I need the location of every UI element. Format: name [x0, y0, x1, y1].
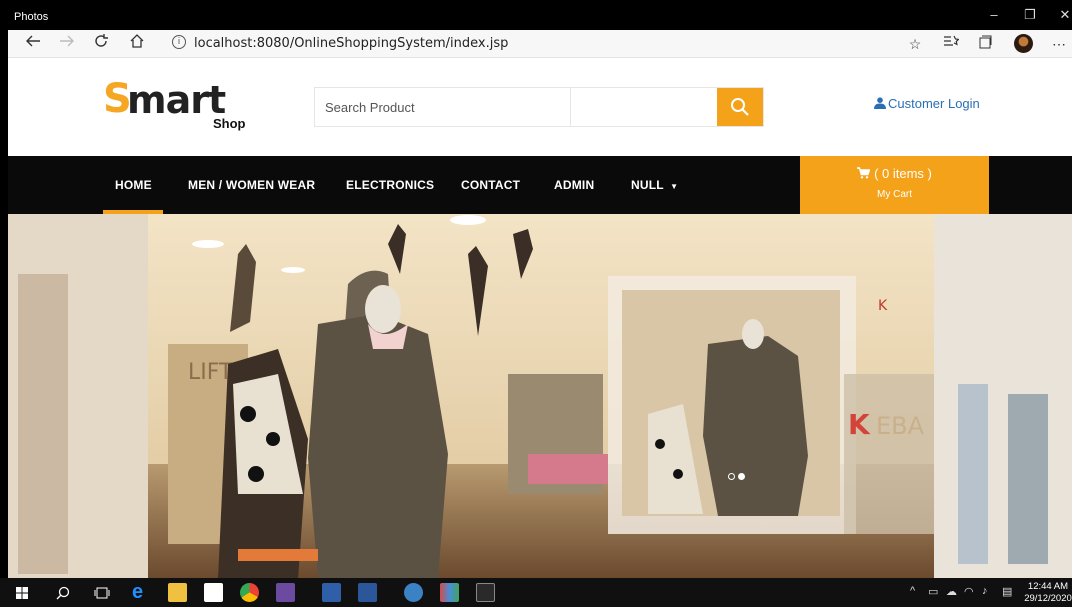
info-icon[interactable]: i — [172, 35, 186, 49]
search-input[interactable] — [315, 88, 571, 126]
svg-text:K: K — [848, 408, 871, 441]
battery-icon[interactable]: ▭ — [928, 585, 938, 598]
customer-login-label: Customer Login — [888, 96, 980, 111]
site-logo[interactable]: S mart Shop — [103, 76, 263, 138]
minimize-button[interactable]: – — [984, 7, 1004, 22]
word-icon[interactable] — [358, 583, 377, 602]
photos-app-icon[interactable] — [476, 583, 495, 602]
cart-label: My Cart — [877, 189, 912, 200]
app-icon-1[interactable] — [276, 583, 295, 602]
nav-contact[interactable]: CONTACT — [461, 178, 520, 192]
hero-carousel[interactable]: LIFT K EBA K — [8, 214, 1072, 578]
taskbar-clock[interactable]: 12:44 AM 29/12/2020 — [1024, 581, 1072, 605]
cart-icon — [857, 167, 871, 179]
svg-text:LIFT: LIFT — [188, 360, 233, 385]
caret-down-icon: ▼ — [670, 182, 679, 191]
search-icon — [731, 98, 749, 116]
onedrive-icon[interactable] — [404, 583, 423, 602]
browser-toolbar: i localhost:8080/OnlineShoppingSystem/in… — [8, 30, 1072, 58]
collections-icon[interactable] — [974, 33, 996, 55]
search-button[interactable] — [717, 88, 763, 126]
search-bar — [314, 87, 764, 127]
app-icon-3[interactable] — [440, 583, 459, 602]
site-header: S mart Shop Customer Login — [8, 58, 1072, 156]
url-field[interactable]: localhost:8080/OnlineShoppingSystem/inde… — [194, 36, 508, 51]
nav-null-dropdown[interactable]: NULL ▼ — [631, 178, 678, 192]
main-nav: HOME MEN / WOMEN WEAR ELECTRONICS CONTAC… — [8, 156, 1072, 214]
file-explorer-icon[interactable] — [168, 583, 187, 602]
edge-icon[interactable]: e — [132, 582, 151, 602]
hero-image: LIFT K EBA K — [8, 214, 1072, 578]
cart-count: ( 0 items ) — [800, 166, 989, 181]
nav-electronics[interactable]: ELECTRONICS — [346, 178, 434, 192]
refresh-icon[interactable] — [90, 33, 112, 55]
clock-time: 12:44 AM — [1027, 581, 1069, 592]
back-icon[interactable] — [22, 33, 44, 55]
logo-subtitle: Shop — [213, 116, 246, 131]
favorites-list-icon[interactable] — [940, 33, 962, 55]
search-taskbar-icon[interactable] — [56, 586, 70, 600]
notifications-icon[interactable]: ▤ — [1002, 585, 1012, 598]
app-title: Photos — [14, 11, 49, 23]
cart-count-label: ( 0 items ) — [874, 166, 932, 181]
nav-home[interactable]: HOME — [115, 178, 152, 192]
cart-button[interactable]: ( 0 items ) My Cart — [800, 156, 989, 214]
customer-login-link[interactable]: Customer Login — [874, 96, 980, 111]
carousel-dot-1[interactable] — [728, 473, 735, 480]
windows-taskbar: e ^ ▭ ☁ ◠ ♪ ▤ 12:44 AM 29/12/2020 — [0, 578, 1072, 607]
app-icon-2[interactable] — [322, 583, 341, 602]
svg-text:K: K — [878, 298, 888, 314]
photos-title-bar: Photos – ❐ ✕ — [0, 0, 1072, 30]
store-icon[interactable] — [204, 583, 223, 602]
more-icon[interactable]: ⋯ — [1048, 33, 1070, 55]
logo-wordmark: mart — [127, 78, 226, 122]
onedrive-tray-icon[interactable]: ☁ — [946, 585, 957, 598]
nav-null-label: NULL — [631, 178, 664, 192]
volume-icon[interactable]: ♪ — [982, 585, 988, 597]
restore-button[interactable]: ❐ — [1020, 7, 1040, 23]
tray-chevron-icon[interactable]: ^ — [910, 585, 915, 597]
browser-screenshot: i localhost:8080/OnlineShoppingSystem/in… — [8, 30, 1072, 578]
nav-admin[interactable]: ADMIN — [554, 178, 594, 192]
nav-men-women-wear[interactable]: MEN / WOMEN WEAR — [188, 178, 315, 192]
favorite-icon[interactable]: ☆ — [904, 33, 926, 55]
wifi-icon[interactable]: ◠ — [964, 585, 974, 598]
user-icon — [874, 97, 886, 109]
svg-text:EBA: EBA — [876, 412, 925, 440]
profile-icon[interactable] — [1014, 34, 1033, 53]
chrome-icon[interactable] — [240, 583, 259, 602]
search-category-field[interactable] — [572, 88, 720, 126]
clock-date: 29/12/2020 — [1024, 593, 1072, 604]
forward-icon[interactable] — [56, 33, 78, 55]
windows-start-icon[interactable] — [16, 587, 28, 599]
close-button[interactable]: ✕ — [1055, 7, 1072, 23]
carousel-dot-2[interactable] — [738, 473, 745, 480]
task-view-icon[interactable] — [94, 587, 110, 599]
home-icon[interactable] — [126, 33, 148, 55]
